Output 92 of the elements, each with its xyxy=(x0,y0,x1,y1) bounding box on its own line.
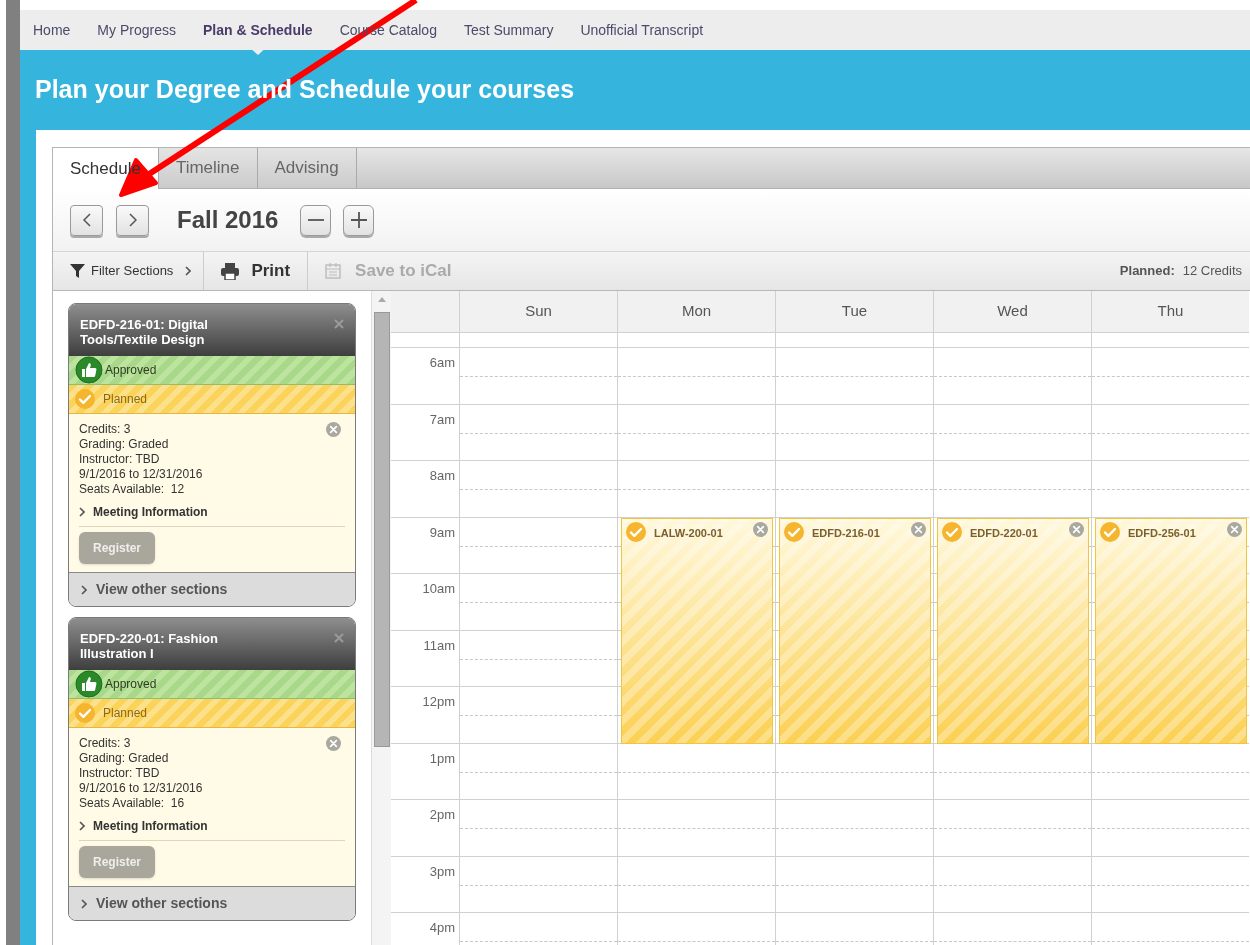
course-detail: Instructor: TBD xyxy=(79,766,161,781)
filter-icon xyxy=(70,264,85,278)
minus-icon xyxy=(307,219,324,221)
term-label: Fall 2016 xyxy=(177,205,279,235)
view-sections-label: View other sections xyxy=(96,894,228,913)
plus-icon xyxy=(349,211,368,229)
day-header: Wed xyxy=(934,291,1091,333)
chevron-right-icon xyxy=(79,821,85,831)
close-icon[interactable] xyxy=(1227,521,1242,537)
check-circle-icon xyxy=(1100,521,1120,542)
check-circle-icon xyxy=(626,521,646,542)
course-detail: Grading: Graded xyxy=(79,437,170,452)
hour-label: 12pm xyxy=(391,687,459,744)
status-label: Planned xyxy=(103,391,148,408)
course-event[interactable]: EDFD-220-01 xyxy=(937,517,1089,744)
close-icon[interactable] xyxy=(334,319,344,329)
nav-link[interactable]: Unofficial Transcript xyxy=(580,19,704,41)
check-circle-icon xyxy=(942,521,962,542)
course-detail: Instructor: TBD xyxy=(79,452,161,467)
meeting-label: Meeting Information xyxy=(93,818,208,835)
course-detail: Credits: 3 xyxy=(79,422,132,437)
close-icon[interactable] xyxy=(326,736,341,751)
close-icon[interactable] xyxy=(1069,521,1084,537)
hour-label: 6am xyxy=(391,348,459,405)
chevron-right-icon xyxy=(81,584,87,595)
thumbs-up-icon xyxy=(75,670,103,698)
course-detail: Seats Available: 16 xyxy=(79,796,186,811)
hour-label: 3pm xyxy=(391,856,459,913)
remove-term-button[interactable] xyxy=(300,204,332,236)
hour-label: 9am xyxy=(391,517,459,574)
check-circle-icon xyxy=(75,389,95,409)
printer-icon xyxy=(221,262,240,280)
course-detail: 9/1/2016 to 12/31/2016 xyxy=(79,467,203,482)
hour-label: 7am xyxy=(391,404,459,461)
check-circle-icon xyxy=(75,703,95,723)
day-header: Mon xyxy=(618,291,775,333)
course-detail: Seats Available: 12 xyxy=(79,482,186,497)
status-label: Planned xyxy=(103,705,148,722)
chevron-right-icon xyxy=(185,266,192,276)
status-label: Approved xyxy=(105,362,157,379)
previous-button[interactable] xyxy=(70,204,103,236)
course-title: EDFD-220-01: Fashion Illustration I xyxy=(80,631,219,663)
print-button[interactable]: Print xyxy=(204,252,309,290)
course-detail: Grading: Graded xyxy=(79,751,170,766)
meeting-toggle[interactable]: Meeting Information xyxy=(79,503,345,527)
hour-label: 1pm xyxy=(391,743,459,800)
day-header: Thu xyxy=(1092,291,1249,333)
view-sections-label: View other sections xyxy=(96,580,228,599)
hour-label: 4pm xyxy=(391,913,459,945)
view-sections-toggle[interactable]: View other sections xyxy=(69,886,355,920)
add-term-button[interactable] xyxy=(343,204,375,236)
course-event[interactable]: EDFD-216-01 xyxy=(779,517,931,744)
course-title: EDFD-216-01: Digital Tools/Textile Design xyxy=(80,317,209,349)
course-detail: Credits: 3 xyxy=(79,736,132,751)
course-event[interactable]: EDFD-256-01 xyxy=(1095,517,1247,744)
meeting-label: Meeting Information xyxy=(93,504,208,521)
chevron-right-icon xyxy=(79,507,85,517)
chevron-right-icon xyxy=(81,898,87,909)
close-icon[interactable] xyxy=(911,521,926,537)
event-code: LALW-200-01 xyxy=(654,525,724,541)
planned-credits: 12 Credits xyxy=(1182,262,1242,281)
close-icon[interactable] xyxy=(326,422,341,437)
close-icon[interactable] xyxy=(334,633,344,643)
next-button[interactable] xyxy=(116,204,149,236)
hour-label: 2pm xyxy=(391,800,459,857)
event-code: EDFD-216-01 xyxy=(812,525,881,541)
course-event[interactable]: LALW-200-01 xyxy=(621,517,773,744)
scrollbar[interactable] xyxy=(371,291,391,945)
chevron-left-icon xyxy=(82,213,91,227)
status-label: Approved xyxy=(105,676,157,693)
nav-link[interactable]: My Progress xyxy=(97,19,176,41)
check-circle-icon xyxy=(784,521,804,542)
hour-label: 8am xyxy=(391,461,459,518)
calendar-icon xyxy=(325,263,342,279)
close-icon[interactable] xyxy=(753,521,768,537)
nav-link[interactable]: Test Summary xyxy=(463,19,554,41)
thumbs-up-icon xyxy=(75,356,103,384)
hour-label: 11am xyxy=(391,630,459,687)
nav-link[interactable]: Home xyxy=(33,19,71,41)
course-detail: 9/1/2016 to 12/31/2016 xyxy=(79,781,203,796)
chevron-right-icon xyxy=(128,213,137,227)
meeting-toggle[interactable]: Meeting Information xyxy=(79,817,345,841)
hour-label: 10am xyxy=(391,574,459,631)
event-code: EDFD-256-01 xyxy=(1128,525,1197,541)
planned-label: Planned: xyxy=(1119,262,1175,281)
event-code: EDFD-220-01 xyxy=(970,525,1039,541)
scroll-thumb[interactable] xyxy=(373,312,390,747)
view-sections-toggle[interactable]: View other sections xyxy=(69,572,355,606)
scroll-up-icon[interactable] xyxy=(377,297,386,302)
filter-sections-button[interactable]: Filter Sections xyxy=(53,252,205,290)
day-header: Sun xyxy=(460,291,617,333)
day-header: Tue xyxy=(776,291,933,333)
